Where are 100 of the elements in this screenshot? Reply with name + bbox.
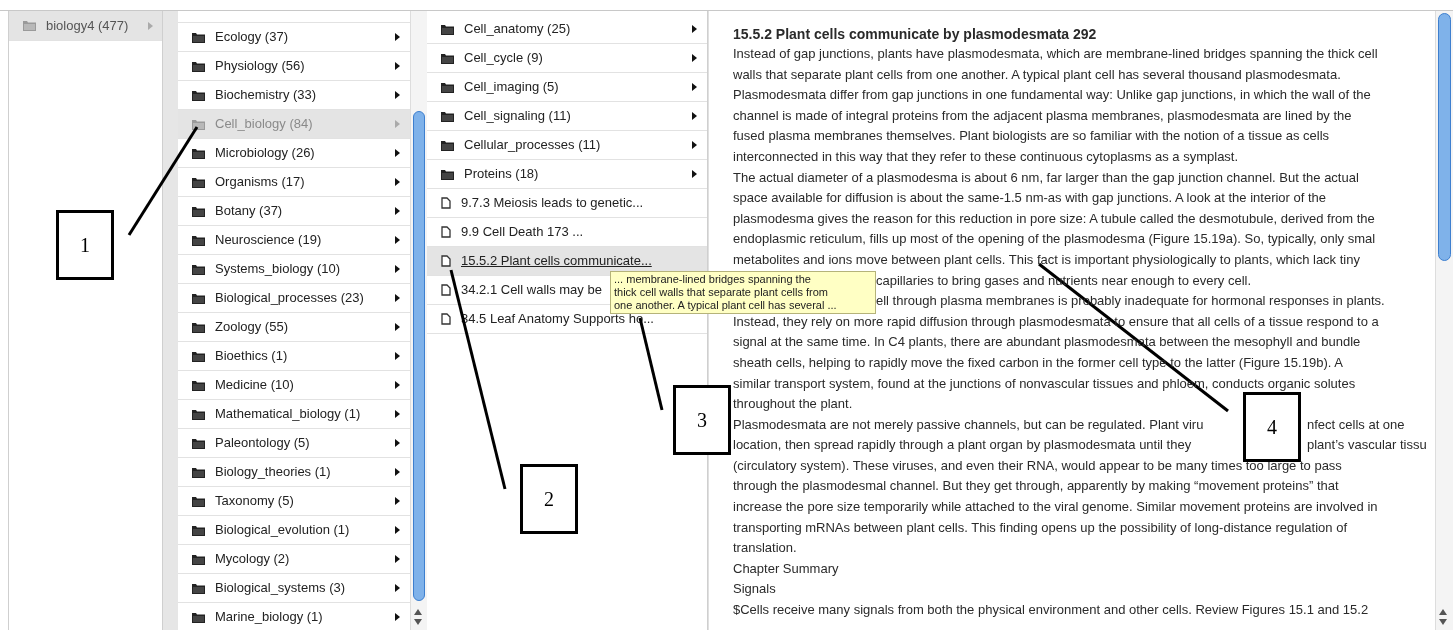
item-label: 34.2.1 Cell walls may be xyxy=(461,281,602,300)
item-label: Bioethics (1) xyxy=(215,347,288,366)
item-label: 9.7.3 Meiosis leads to genetic... xyxy=(461,194,644,213)
item-label: Biological_evolution (1) xyxy=(215,521,350,540)
item-label: Cell_imaging (5) xyxy=(464,78,559,97)
list-item[interactable]: biology4 (477) xyxy=(9,11,162,41)
article-line: fused plasma membranes themselves. Plant biologists are so familiar with the notion of a tissue as cells xyxy=(733,127,1330,146)
scroll-arrows-icon[interactable] xyxy=(1439,608,1447,626)
arrow-icon xyxy=(692,170,697,178)
item-label: Botany (37) xyxy=(215,202,283,221)
item-label: Biological_systems (3) xyxy=(215,579,346,598)
folder-icon xyxy=(192,524,205,536)
callout-label: 3 xyxy=(673,385,731,455)
folder-icon xyxy=(23,20,36,31)
article-line: $Cells receive many signals from both the physical environment and other cells. Review Figures 15.1 and 15.2 xyxy=(733,601,1369,620)
folder-icon xyxy=(441,23,454,35)
item-label: Cell_cycle (9) xyxy=(464,49,543,68)
item-label: Paleontology (5) xyxy=(215,434,310,453)
arrow-icon xyxy=(692,112,697,120)
arrow-icon xyxy=(692,54,697,62)
item-label: 15.5.2 Plant cells communicate... xyxy=(461,252,652,271)
article-line: sheath cells, helping to rapidly move the fixed carbon in the former cell type to the latter (Figure 15.19b). A xyxy=(733,353,1343,372)
folder-icon xyxy=(192,553,205,565)
arrow-icon xyxy=(395,236,400,244)
item-label: Organisms (17) xyxy=(215,173,305,192)
item-label: Mathematical_biology (1) xyxy=(215,405,361,424)
folder-icon xyxy=(192,495,205,507)
folder-icon xyxy=(192,89,205,101)
article-line: The actual diameter of a plasmodesma is about 6 nm, far larger than the gap junction channel. But the actual xyxy=(733,168,1359,187)
folder-icon xyxy=(441,52,454,64)
folder-icon xyxy=(192,263,205,275)
article-line: plant’s vascular tissu xyxy=(1307,436,1427,455)
article-line: Instead, they rely on more rapid diffusion through plasmodesmata to ensure that all cells of a tissue respond to a xyxy=(733,312,1379,331)
arrow-icon xyxy=(692,83,697,91)
scrollbar[interactable] xyxy=(1435,11,1453,630)
document-icon xyxy=(441,313,451,325)
scrollbar-thumb[interactable] xyxy=(1438,13,1451,261)
item-label: Cell_signaling (11) xyxy=(464,107,571,126)
article-line: Plasmodesmata differ from gap junctions in one fundamental way: Unlike gap junctions, in which the wall of the xyxy=(733,86,1371,105)
document-icon xyxy=(441,255,451,267)
article-line: plasmodesma gives the reason for this reduction in pore size: A tubule called the desmotubule, derived from the xyxy=(733,209,1375,228)
article-line: channel is made of integral proteins from the adjacent plasma membranes, plasmodesmata are lined by the xyxy=(733,106,1352,125)
item-label: biology4 (477) xyxy=(46,16,129,35)
article-line: location, then spread rapidly through a plant organ by plasmodesmata until they xyxy=(733,436,1193,455)
arrow-icon xyxy=(395,323,400,331)
folder-icon xyxy=(441,139,454,151)
item-label: Biochemistry (33) xyxy=(215,86,317,105)
arrow-icon xyxy=(395,149,400,157)
item-label: 9.9 Cell Death 173 ... xyxy=(461,223,584,242)
scrollbar-thumb[interactable] xyxy=(413,111,425,601)
arrow-icon xyxy=(395,497,400,505)
arrow-icon xyxy=(395,555,400,563)
document-icon xyxy=(441,284,451,296)
scroll-arrows-icon[interactable] xyxy=(414,608,422,626)
callout-label: 4 xyxy=(1243,392,1301,462)
article-line: walls that separate plant cells from one another. A typical plant cell has several thousand plasmodesmata. xyxy=(733,65,1341,84)
arrow-icon xyxy=(395,120,400,128)
item-label: Marine_biology (1) xyxy=(215,608,323,627)
article-line: transporting mRNAs between plant cells. This finding opens up the possibility of long-distance regulation of xyxy=(733,518,1347,537)
list-item[interactable]: 15.5.2 Plant cells communicate... xyxy=(427,247,707,276)
arrow-icon xyxy=(395,33,400,41)
article-line: Chapter Summary xyxy=(733,559,839,578)
article-line: Instead of gap junctions, plants have plasmodesmata, which are membrane-lined bridges spanning the thick cell xyxy=(733,45,1378,63)
item-label: Neuroscience (19) xyxy=(215,231,322,250)
item-label: Medicine (10) xyxy=(215,376,294,395)
item-label: Mycology (2) xyxy=(215,550,290,569)
article-title: 15.5.2 Plant cells communicate by plasmodesmata 292 xyxy=(733,25,1098,43)
item-label: Zoology (55) xyxy=(215,318,288,337)
article-line: Plasmodesmata are not merely passive channels, but can be regulated. Plant viru xyxy=(733,415,1205,434)
arrow-icon xyxy=(395,439,400,447)
folder-icon xyxy=(192,234,205,246)
arrow-icon xyxy=(395,584,400,592)
article-line: throughout the plant. xyxy=(733,395,853,414)
arrow-icon xyxy=(395,178,400,186)
folder-icon xyxy=(192,118,205,130)
article-line: increase the pore size temporarily while attached to the viral genome. Similar movement proteins are involved in xyxy=(733,498,1378,517)
item-label: Biology_theories (1) xyxy=(215,463,331,482)
item-label: Systems_biology (10) xyxy=(215,260,340,279)
folder-icon xyxy=(192,292,205,304)
arrow-icon xyxy=(692,141,697,149)
folder-icon xyxy=(192,147,205,159)
arrow-icon xyxy=(395,294,400,302)
item-label: Biological_processes (23) xyxy=(215,289,364,308)
article-line: endoplasmic reticulum, fills up most of the opening of the plasmodesma (Figure 15.19a). So, typically, only smal xyxy=(733,230,1376,249)
scrollbar[interactable] xyxy=(410,11,427,630)
item-label: Ecology (37) xyxy=(215,28,288,47)
item-label: Physiology (56) xyxy=(215,57,305,76)
arrow-icon xyxy=(395,410,400,418)
folder-icon xyxy=(192,611,205,623)
article-line: interconnected in this way that they refer to these continuous cytoplasms as a symplast. xyxy=(733,147,1239,166)
item-label: Proteins (18) xyxy=(464,165,539,184)
folder-icon xyxy=(192,582,205,594)
article-line: space available for diffusion is about the same-1.5 nm-as with gap junctions. A look at the interior of the xyxy=(733,189,1327,208)
document-icon xyxy=(441,226,451,238)
article-line: translation. xyxy=(733,539,797,558)
arrow-icon xyxy=(395,62,400,70)
arrow-icon xyxy=(395,381,400,389)
document-icon xyxy=(441,197,451,209)
item-label: Microbiology (26) xyxy=(215,144,315,163)
arrow-icon xyxy=(395,526,400,534)
